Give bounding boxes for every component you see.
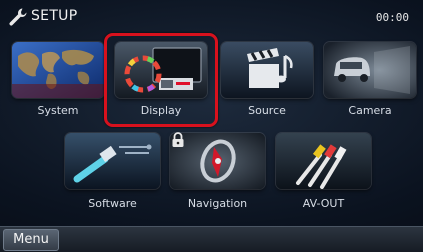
tile-software[interactable]: Software [65, 133, 160, 215]
tile-label: AV-OUT [302, 197, 345, 210]
rca-cables-icon [276, 133, 371, 189]
tile-label: Navigation [187, 197, 248, 210]
menu-button[interactable]: Menu [3, 229, 59, 251]
header: SETUP 00:00 [0, 0, 423, 34]
world-map-icon [12, 42, 104, 98]
tile-camera[interactable]: Camera [324, 42, 416, 122]
tile-system[interactable]: System [12, 42, 104, 122]
clock: 00:00 [375, 11, 409, 24]
tile-source[interactable]: Source [221, 42, 313, 122]
tile-label: Software [88, 197, 137, 210]
car-rear-camera-icon [324, 42, 416, 98]
usb-plug-icon [65, 133, 160, 189]
tile-label: System [37, 104, 79, 117]
clapperboard-music-icon [221, 42, 313, 98]
setup-screen: SETUP 00:00 System Display Source Camera… [0, 0, 423, 252]
bottom-bar: Menu [0, 226, 423, 252]
tile-label: Camera [348, 104, 392, 117]
wrench-icon [9, 8, 27, 26]
page-title: SETUP [31, 8, 78, 24]
selection-highlight [104, 33, 218, 127]
tile-label: Source [248, 104, 286, 117]
tile-av-out[interactable]: AV-OUT [276, 133, 371, 215]
lock-icon [172, 132, 184, 147]
